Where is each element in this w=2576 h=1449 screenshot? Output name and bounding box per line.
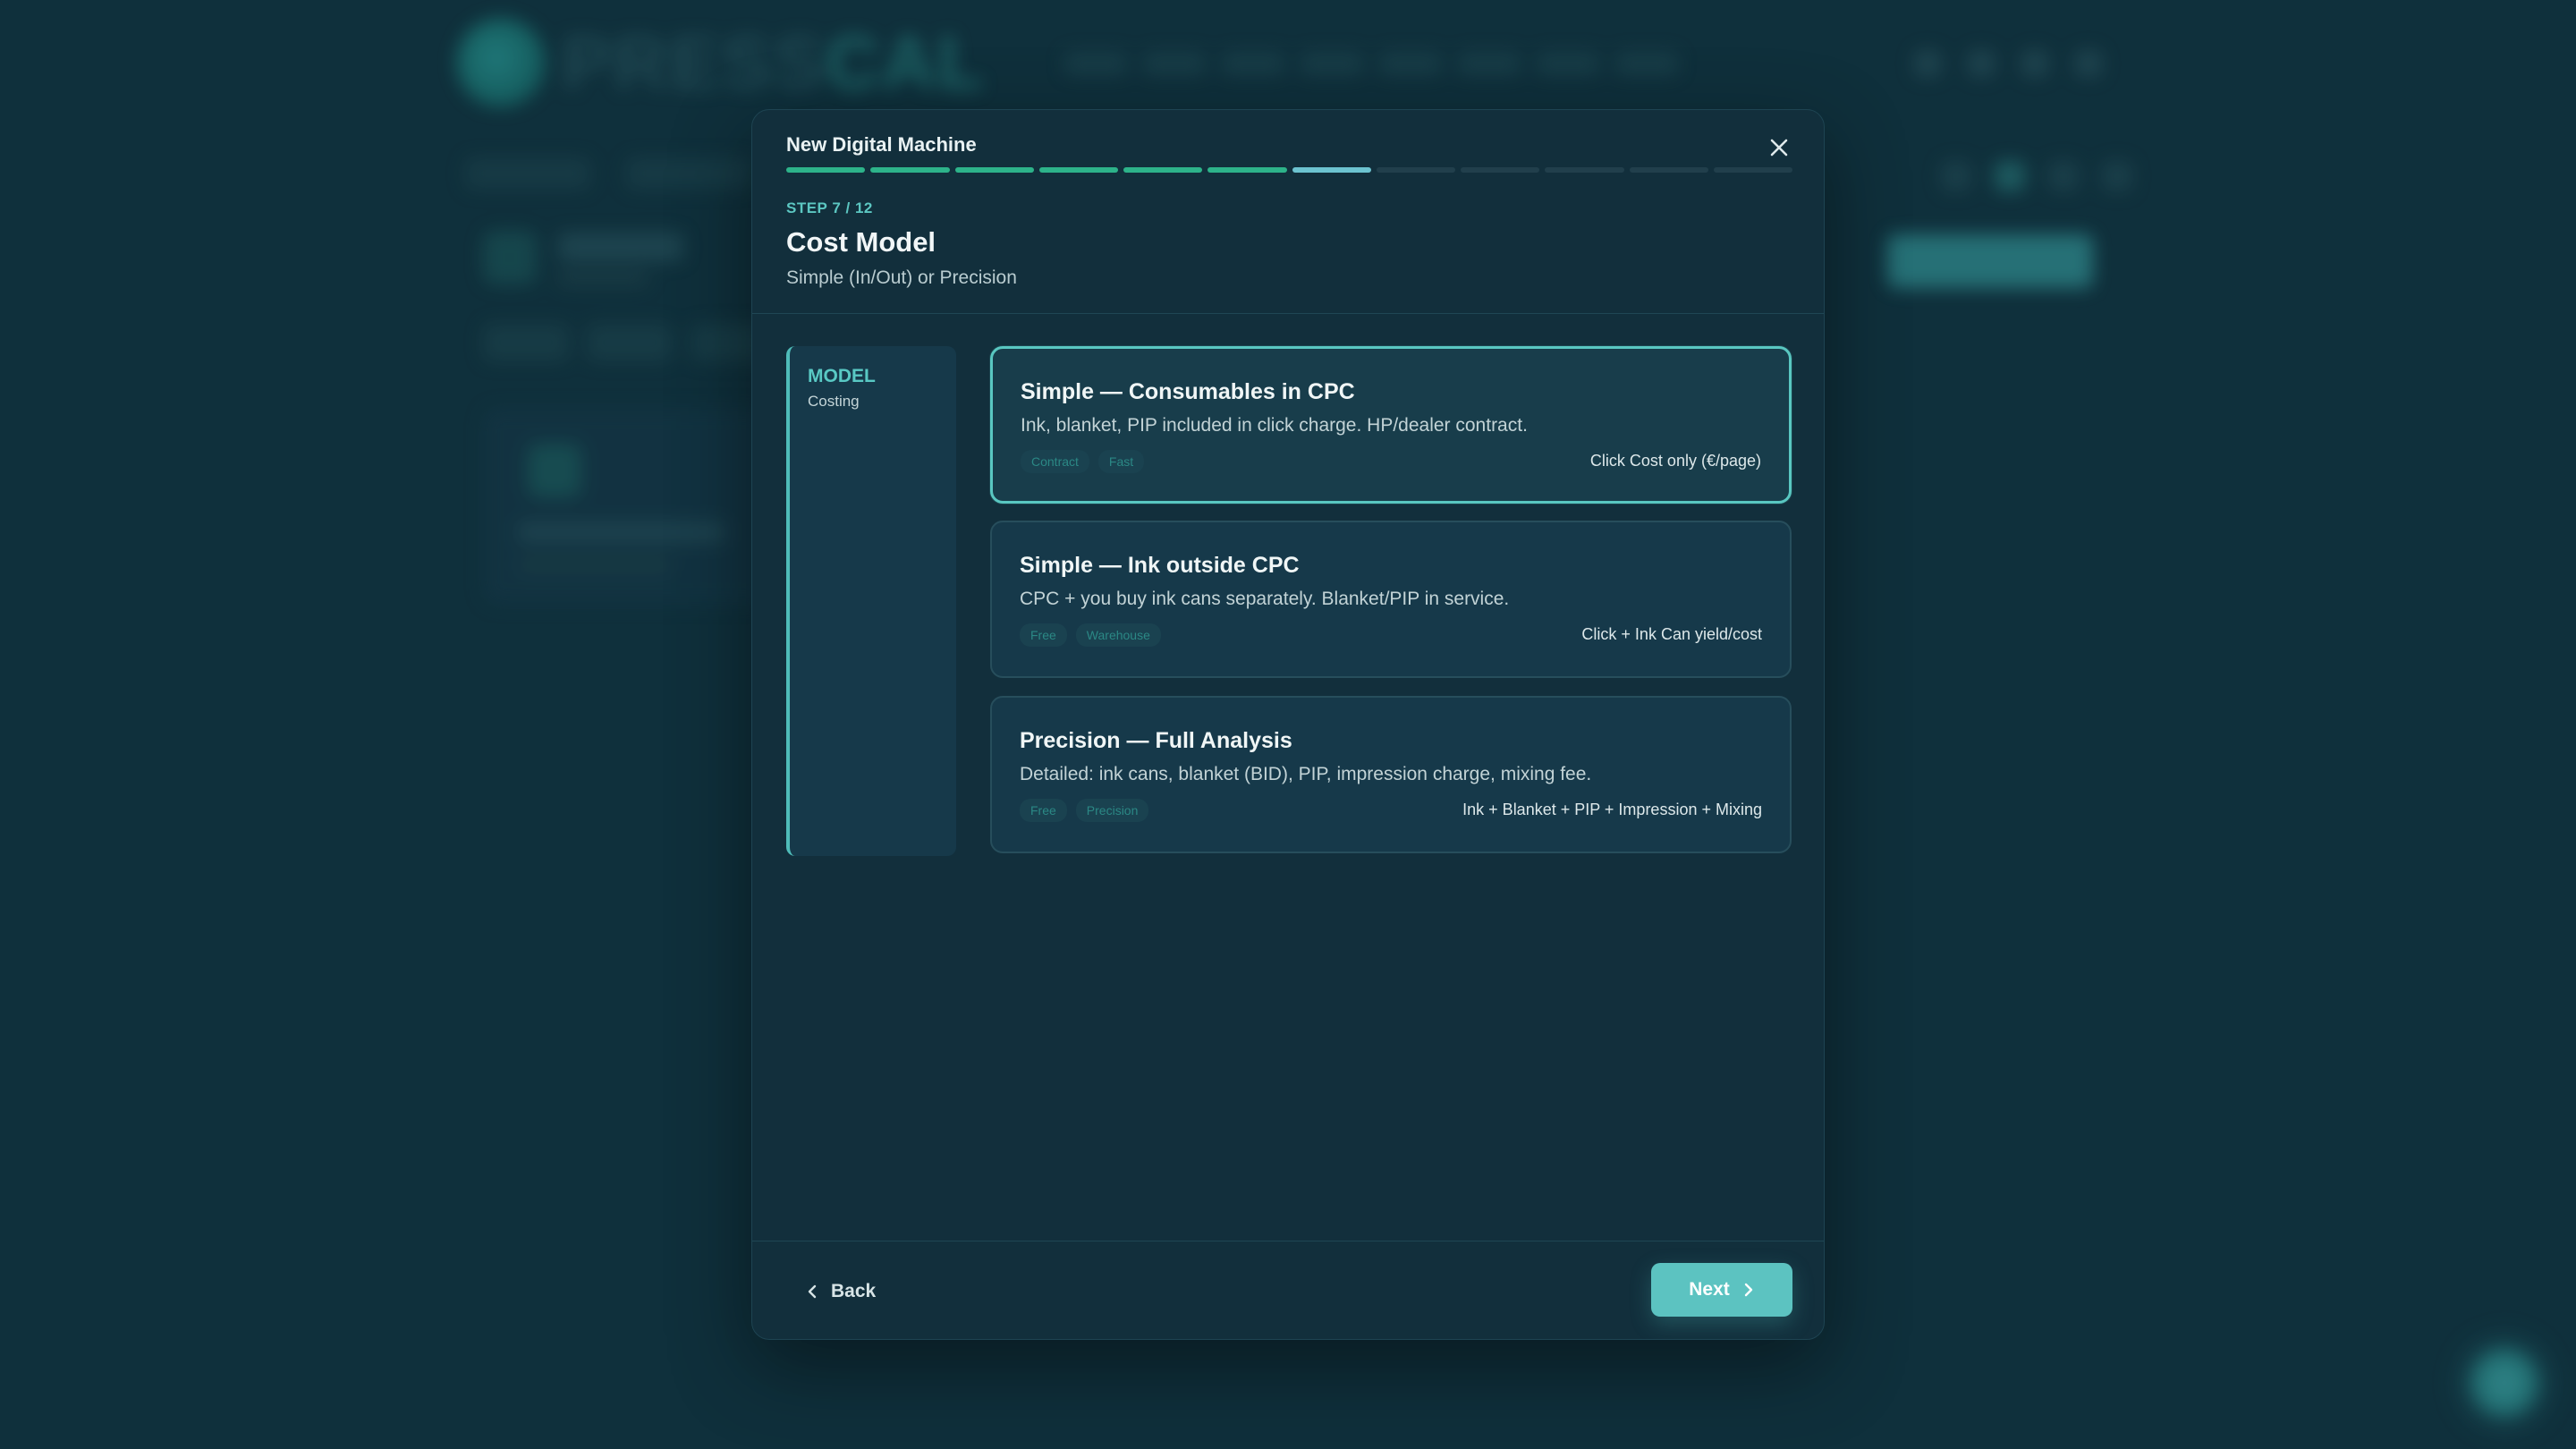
option-description: Ink, blanket, PIP included in click char… bbox=[1021, 415, 1528, 436]
progress-segment bbox=[1461, 167, 1540, 173]
modal-header: New Digital Machine STEP 7 / 12 Cost Mod… bbox=[752, 110, 1824, 314]
option-card-consumables-in-cpc[interactable]: Simple — Consumables in CPC Ink, blanket… bbox=[990, 346, 1792, 504]
option-tags: Contract Fast bbox=[1021, 450, 1145, 473]
progress-segment bbox=[870, 167, 950, 173]
page-subtitle: Simple (In/Out) or Precision bbox=[786, 267, 1017, 288]
option-meta: Ink + Blanket + PIP + Impression + Mixin… bbox=[1462, 801, 1762, 818]
option-description: CPC + you buy ink cans separately. Blank… bbox=[1020, 589, 1510, 609]
option-title: Precision — Full Analysis bbox=[1020, 728, 1292, 753]
option-tag: Contract bbox=[1021, 450, 1089, 473]
option-tag: Free bbox=[1020, 623, 1067, 647]
option-tag: Free bbox=[1020, 799, 1067, 822]
back-button[interactable]: Back bbox=[806, 1274, 876, 1309]
next-label: Next bbox=[1689, 1279, 1730, 1300]
page-title: Cost Model bbox=[786, 226, 936, 258]
modal-title: New Digital Machine bbox=[786, 133, 977, 156]
option-meta: Click + Ink Can yield/cost bbox=[1581, 625, 1762, 643]
progress-bar bbox=[786, 167, 1792, 173]
progress-segment bbox=[1629, 167, 1708, 173]
close-button[interactable] bbox=[1763, 131, 1795, 164]
sidebar-title: MODEL bbox=[808, 366, 876, 386]
progress-segment bbox=[786, 167, 866, 173]
progress-segment bbox=[954, 167, 1034, 173]
option-title: Simple — Consumables in CPC bbox=[1021, 379, 1355, 404]
close-icon bbox=[1770, 139, 1788, 157]
progress-segment bbox=[1713, 167, 1792, 173]
step-label: STEP 7 / 12 bbox=[786, 199, 873, 216]
option-title: Simple — Ink outside CPC bbox=[1020, 553, 1300, 578]
sidebar-subtitle: Costing bbox=[808, 393, 860, 410]
progress-segment bbox=[1123, 167, 1203, 173]
progress-segment bbox=[1545, 167, 1624, 173]
back-label: Back bbox=[831, 1281, 877, 1301]
chevron-left-icon bbox=[808, 1284, 817, 1299]
wizard-modal: New Digital Machine STEP 7 / 12 Cost Mod… bbox=[751, 109, 1825, 1340]
section-sidebar: MODEL Costing bbox=[786, 346, 956, 856]
option-tag: Fast bbox=[1097, 450, 1145, 473]
progress-segment bbox=[1292, 167, 1371, 173]
option-tags: Free Precision bbox=[1020, 799, 1149, 822]
progress-segment bbox=[1038, 167, 1118, 173]
option-tags: Free Warehouse bbox=[1020, 623, 1161, 647]
option-card-precision-full-analysis[interactable]: Precision — Full Analysis Detailed: ink … bbox=[990, 696, 1792, 853]
option-description: Detailed: ink cans, blanket (BID), PIP, … bbox=[1020, 764, 1592, 784]
option-card-ink-outside-cpc[interactable]: Simple — Ink outside CPC CPC + you buy i… bbox=[990, 521, 1792, 678]
next-button[interactable]: Next bbox=[1651, 1263, 1792, 1317]
modal-footer: Back Next bbox=[752, 1241, 1824, 1339]
chevron-right-icon bbox=[1744, 1283, 1752, 1297]
progress-segment bbox=[1376, 167, 1455, 173]
option-tag: Warehouse bbox=[1075, 623, 1161, 647]
progress-segment bbox=[1208, 167, 1287, 173]
option-tag: Precision bbox=[1075, 799, 1149, 822]
option-meta: Click Cost only (€/page) bbox=[1589, 452, 1761, 470]
